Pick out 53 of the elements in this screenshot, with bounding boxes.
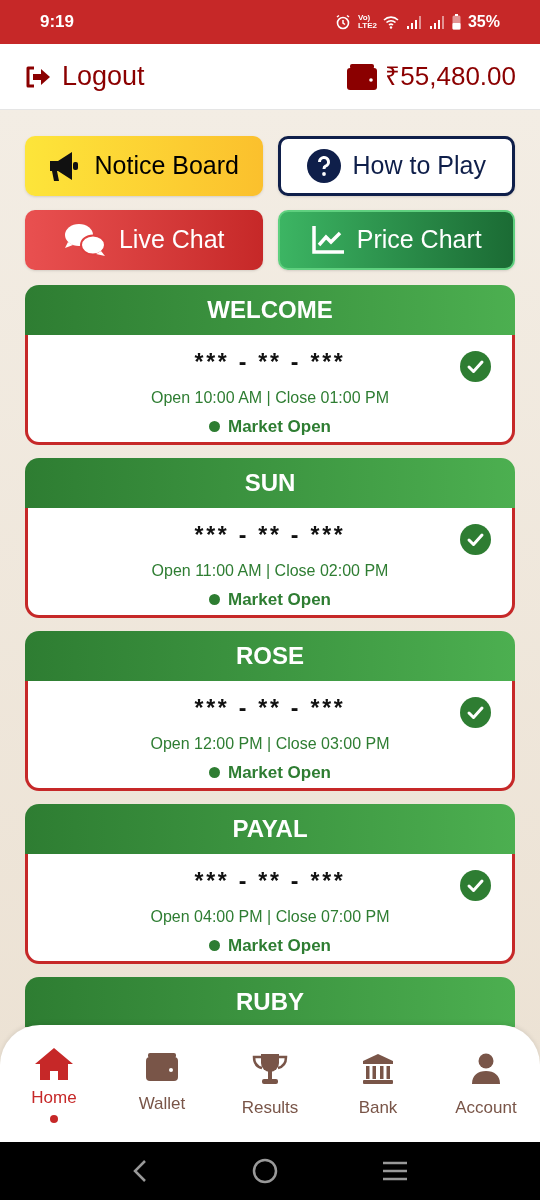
- battery-level: 35%: [467, 12, 500, 32]
- nav-tab[interactable]: Results: [216, 1047, 324, 1142]
- market-card[interactable]: *** - ** - *** Open 12:00 PM | Close 03:00 PM Market Open: [25, 681, 515, 791]
- market-title: SUN: [25, 458, 515, 508]
- notice-board-button[interactable]: Notice Board: [25, 136, 263, 196]
- price-chart-button[interactable]: Price Chart: [277, 210, 515, 270]
- market-timing: Open 11:00 AM | Close 02:00 PM: [151, 560, 389, 581]
- nav-tab[interactable]: Home: [0, 1047, 108, 1142]
- wifi-icon: [382, 15, 399, 29]
- market-title: ROSE: [25, 631, 515, 681]
- market-card[interactable]: *** - ** - *** Open 04:00 PM | Close 07:00 PM Market Open: [25, 854, 515, 964]
- result-number: *** - ** - ***: [194, 521, 346, 550]
- chat-icon: [62, 223, 107, 257]
- line-chart-icon: [310, 225, 345, 255]
- market-status: Market Open: [228, 588, 331, 611]
- result-number: *** - ** - ***: [194, 867, 346, 896]
- market-card[interactable]: *** - ** - *** Open 11:00 AM | Close 02:00 PM Market Open: [25, 508, 515, 618]
- market-title: RUBY: [25, 977, 515, 1027]
- wallet-balance: ₹55,480.00: [385, 60, 516, 93]
- market-card[interactable]: *** - ** - *** Open 10:00 AM | Close 01:00 PM Market Open: [25, 335, 515, 445]
- nav-tab[interactable]: Wallet: [108, 1047, 216, 1142]
- signal-icon: [428, 15, 445, 29]
- result-number: *** - ** - ***: [194, 348, 346, 377]
- wallet-icon: [347, 63, 378, 90]
- home-icon: [34, 1047, 74, 1081]
- market-status: Market Open: [228, 415, 331, 438]
- bank-icon: [362, 1053, 394, 1085]
- logout-button[interactable]: Logout: [24, 56, 145, 97]
- home-circle-icon[interactable]: [252, 1158, 278, 1184]
- nav-tab[interactable]: Account: [432, 1047, 540, 1142]
- market-timing: Open 04:00 PM | Close 07:00 PM: [150, 906, 390, 927]
- live-chat-button[interactable]: Live Chat: [25, 210, 263, 270]
- how-to-play-button[interactable]: How to Play: [277, 136, 515, 196]
- battery-icon: [451, 14, 461, 30]
- market-title: PAYAL: [25, 804, 515, 854]
- help-icon: [306, 149, 341, 183]
- market-status: Market Open: [228, 761, 331, 784]
- signal-icon: [405, 15, 422, 29]
- market-title: WELCOME: [25, 285, 515, 335]
- alarm-icon: [334, 14, 351, 30]
- back-icon[interactable]: [132, 1159, 148, 1183]
- wallet-icon: [146, 1053, 178, 1081]
- result-number: *** - ** - ***: [194, 694, 346, 723]
- market-timing: Open 12:00 PM | Close 03:00 PM: [150, 733, 390, 754]
- person-icon: [471, 1053, 501, 1085]
- logout-icon: [24, 64, 52, 89]
- trophy-icon: [252, 1053, 288, 1085]
- market-timing: Open 10:00 AM | Close 01:00 PM: [150, 387, 390, 408]
- menu-icon[interactable]: [382, 1160, 408, 1182]
- status-time: 9:19: [40, 11, 75, 34]
- nav-tab[interactable]: Bank: [324, 1047, 432, 1142]
- market-status: Market Open: [228, 934, 331, 957]
- network-label: Vo) LTE2: [357, 14, 376, 30]
